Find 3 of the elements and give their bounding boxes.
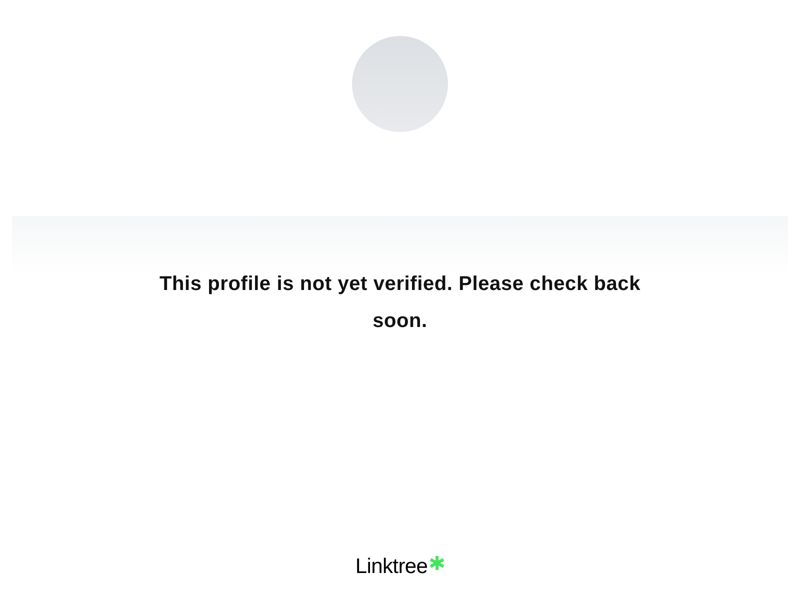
logo-text: Linktree: [355, 554, 428, 580]
asterisk-icon: [428, 555, 445, 572]
status-message: This profile is not yet verified. Please check back soon.: [158, 272, 642, 334]
